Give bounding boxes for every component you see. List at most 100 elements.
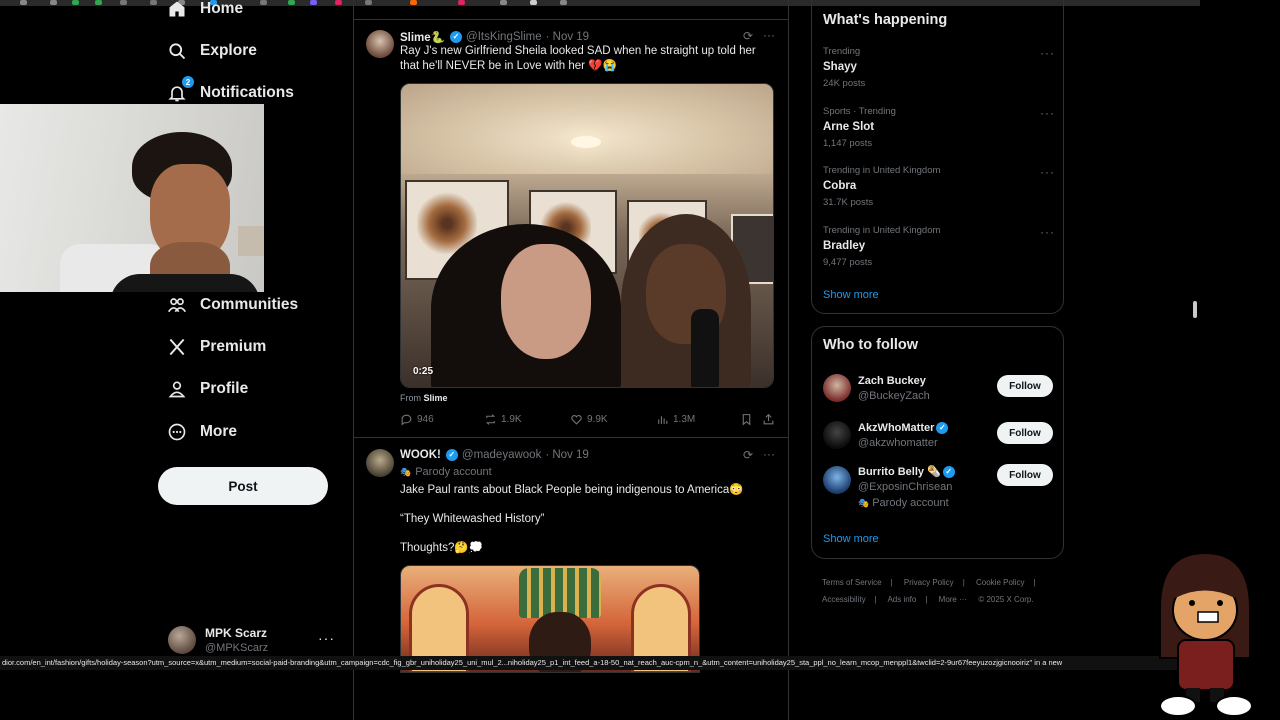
- nav-more-label: More: [200, 423, 238, 440]
- account-more-icon[interactable]: ···: [318, 630, 335, 646]
- tweet1-more-icon[interactable]: ···: [763, 28, 775, 42]
- tweet-separator: [354, 437, 788, 438]
- footer-cookie[interactable]: Cookie Policy: [976, 578, 1024, 587]
- nav-more[interactable]: More: [166, 417, 237, 447]
- follow-button[interactable]: Follow: [997, 422, 1053, 444]
- tweet1-video[interactable]: 0:25: [400, 83, 774, 388]
- tweet1-header: Slime🐍 ✓ @ItsKingSlime · Nov 19: [400, 30, 589, 44]
- video-source[interactable]: From Slime: [400, 393, 448, 403]
- follow-button[interactable]: Follow: [997, 375, 1053, 397]
- tweet2-handle[interactable]: @madeyawook: [462, 449, 541, 461]
- like-button[interactable]: 9.9K: [570, 413, 608, 426]
- heart-icon: [571, 415, 582, 425]
- scrollbar-thumb[interactable]: [1193, 301, 1197, 318]
- trend-topic: Cobra: [823, 180, 857, 192]
- footer-accessibility[interactable]: Accessibility: [822, 595, 866, 604]
- nav-home[interactable]: Home: [166, 0, 243, 24]
- repost-icon: [485, 414, 496, 425]
- views-button[interactable]: 1.3M: [656, 413, 695, 426]
- tweet1-date[interactable]: · Nov 19: [546, 31, 589, 43]
- whats-happening-panel: What's happening Trending Shayy 24K post…: [811, 0, 1064, 314]
- repost-button[interactable]: 1.9K: [484, 413, 522, 426]
- nav-home-label: Home: [200, 0, 244, 17]
- views-icon: [658, 416, 668, 424]
- who-to-follow-title: Who to follow: [823, 337, 919, 353]
- reply-count: 946: [417, 414, 434, 425]
- verified-icon: ✓: [445, 449, 458, 461]
- footer-terms[interactable]: Terms of Service: [822, 578, 882, 587]
- nav-explore[interactable]: Explore: [166, 36, 257, 66]
- trend-item[interactable]: Sports · Trending Arne Slot 1,147 posts …: [823, 106, 1055, 149]
- account-name: MPK Scarz: [205, 626, 268, 640]
- trend-more-icon[interactable]: ···: [1040, 106, 1055, 120]
- footer-sep: |: [925, 595, 928, 604]
- mask-icon: 🎭: [400, 466, 412, 477]
- verified-icon: ✓: [942, 465, 955, 478]
- views-count: 1.3M: [673, 414, 696, 425]
- feed-left-border: [353, 0, 354, 720]
- trend-item[interactable]: Trending in United Kingdom Bradley 9,477…: [823, 225, 1055, 268]
- footer-privacy[interactable]: Privacy Policy: [904, 578, 954, 587]
- tweet1-actions: 946 1.9K 9.9K 1.3M: [400, 413, 778, 429]
- trend-context: Trending in United Kingdom: [823, 225, 941, 236]
- trends-show-more[interactable]: Show more: [823, 289, 879, 301]
- tweet2-text-line3: Thoughts?🤔💭: [400, 542, 483, 554]
- trend-more-icon[interactable]: ···: [1040, 46, 1055, 60]
- nav-notifications-label: Notifications: [200, 84, 294, 101]
- person-icon: [166, 378, 188, 400]
- follow-suggestion[interactable]: Burrito Belly 🌯 ✓ @ExposinChrisean 🎭 Parod…: [823, 464, 1055, 510]
- user-avatar: [823, 466, 851, 494]
- video-source-name: Slime: [423, 393, 448, 403]
- follow-suggestion[interactable]: Zach Buckey @BuckeyZach Follow: [823, 370, 1055, 406]
- user-handle: @akzwhomatter: [858, 436, 938, 449]
- tweet1-handle[interactable]: @ItsKingSlime: [466, 31, 542, 43]
- trend-count: 1,147 posts: [823, 138, 873, 149]
- tweet2-avatar[interactable]: [366, 449, 394, 477]
- trend-item[interactable]: Trending Shayy 24K posts ···: [823, 46, 1055, 89]
- account-switcher[interactable]: MPK Scarz @MPKScarz ···: [168, 624, 343, 656]
- reply-button[interactable]: 946: [400, 413, 434, 426]
- trend-count: 9,477 posts: [823, 257, 873, 268]
- tweet2-date[interactable]: · Nov 19: [545, 449, 588, 461]
- user-avatar: [823, 374, 851, 402]
- nav-profile[interactable]: Profile: [166, 374, 248, 404]
- follow-show-more[interactable]: Show more: [823, 533, 879, 545]
- link-status-bar: dior.com/en_int/fashion/gifts/holiday-se…: [0, 656, 1180, 670]
- nav-premium[interactable]: Premium: [166, 332, 266, 362]
- bell-icon: 2: [166, 76, 194, 104]
- follow-button[interactable]: Follow: [997, 464, 1053, 486]
- share-button[interactable]: [762, 413, 779, 426]
- nav-communities[interactable]: Communities: [166, 290, 298, 320]
- footer-sep: |: [962, 578, 965, 587]
- video-source-prefix: From: [400, 393, 421, 403]
- tweet1-author-name[interactable]: Slime🐍: [400, 30, 445, 44]
- nav-explore-label: Explore: [200, 42, 257, 59]
- trend-more-icon[interactable]: ···: [1040, 225, 1055, 239]
- tweet1-avatar[interactable]: [366, 30, 394, 58]
- footer-links: Terms of Service | Privacy Policy | Cookie…: [822, 574, 1062, 608]
- trend-context: Trending: [823, 46, 861, 57]
- follow-suggestion[interactable]: AkzWhoMatter ✓ @akzwhomatter Follow: [823, 417, 1055, 453]
- account-avatar: [168, 626, 196, 654]
- cartoon-mascot-overlay: [1159, 551, 1253, 717]
- whats-happening-title: What's happening: [823, 12, 948, 28]
- trend-more-icon[interactable]: ···: [1040, 165, 1055, 179]
- tweet2-parody-label: 🎭 Parody account: [400, 466, 492, 478]
- tweet2-author-name[interactable]: WOOK!: [400, 449, 441, 461]
- user-handle: @BuckeyZach: [858, 389, 930, 402]
- bookmark-button[interactable]: [740, 413, 757, 426]
- grok-icon[interactable]: ⟳: [743, 448, 753, 462]
- footer-ads-info[interactable]: Ads info: [887, 595, 916, 604]
- tweet2-more-icon[interactable]: ···: [763, 447, 775, 461]
- grok-icon[interactable]: ⟳: [743, 29, 753, 43]
- trend-topic: Bradley: [823, 240, 866, 252]
- post-button[interactable]: Post: [158, 467, 328, 505]
- trend-item[interactable]: Trending in United Kingdom Cobra 31.7K p…: [823, 165, 1055, 208]
- user-name-text: AkzWhoMatter: [858, 421, 935, 434]
- trend-count: 31.7K posts: [823, 197, 874, 208]
- share-icon: [763, 413, 774, 425]
- repost-count: 1.9K: [501, 414, 522, 425]
- trend-count: 24K posts: [823, 78, 866, 89]
- footer-more[interactable]: More ···: [939, 595, 967, 604]
- account-handle: @MPKScarz: [205, 642, 269, 654]
